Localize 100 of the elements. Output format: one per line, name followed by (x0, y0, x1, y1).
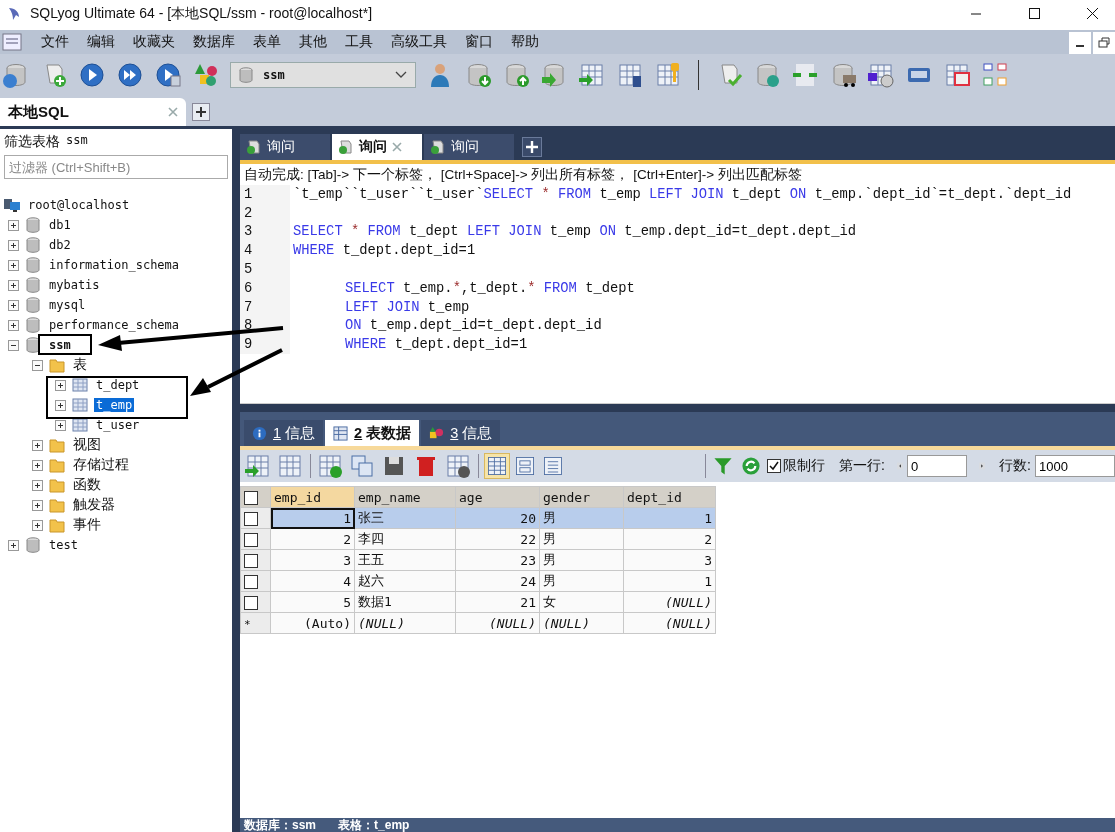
expand-toggle[interactable] (8, 319, 19, 331)
database-icon (25, 537, 41, 553)
collapse-toggle[interactable] (8, 339, 19, 351)
row-checkbox[interactable] (244, 511, 258, 526)
row-checkbox[interactable] (244, 532, 258, 547)
query-tab[interactable]: 询问 (240, 134, 330, 160)
row-checkbox[interactable] (244, 595, 258, 610)
row-checkbox[interactable] (244, 574, 258, 589)
tree-item[interactable]: 事件 (71, 516, 103, 534)
column-header[interactable]: age (455, 486, 540, 508)
expand-toggle[interactable] (32, 519, 43, 531)
tree-item[interactable]: 表 (71, 356, 89, 374)
database-dropdown[interactable]: ssm (230, 62, 416, 88)
tree-item[interactable]: mysql (47, 298, 88, 312)
first-row-field[interactable]: 0 (906, 455, 967, 477)
tree-item[interactable]: root@localhost (26, 198, 132, 212)
result-tab[interactable]: 2 表数据 (325, 420, 420, 446)
table-icon (333, 425, 349, 441)
expand-toggle[interactable] (8, 539, 19, 551)
tree-item[interactable]: mybatis (47, 278, 102, 292)
connection-tab[interactable]: 本地SQL (0, 98, 186, 126)
expand-toggle[interactable] (32, 439, 43, 451)
expand-toggle[interactable] (55, 379, 66, 391)
column-header[interactable]: gender (539, 486, 624, 508)
sql-editor[interactable] (240, 185, 1115, 404)
filter-field[interactable]: 过滤器 (Ctrl+Shift+B) (4, 155, 228, 179)
expand-toggle[interactable] (8, 279, 19, 291)
column-header[interactable]: dept_id (623, 486, 716, 508)
grid-arrow-icon[interactable] (578, 61, 606, 89)
code-line: SELECT * FROM t_dept LEFT JOIN t_emp ON t_emp.dept_id=t_dept.dept_id (292, 224, 857, 240)
tree-item[interactable]: t_emp (94, 398, 135, 412)
query-icon (430, 139, 446, 155)
tree-item[interactable]: 视图 (71, 436, 103, 454)
grid-add-icon[interactable] (244, 452, 272, 480)
line-number: 4 (240, 241, 290, 261)
grid-calc-icon[interactable] (616, 61, 644, 89)
tree-item[interactable]: 存储过程 (71, 456, 131, 474)
caret-icon (395, 71, 407, 79)
fast-forward-icon[interactable] (116, 61, 144, 89)
play-icon[interactable] (78, 61, 106, 89)
menu-item[interactable]: 数据库 (184, 33, 244, 51)
filter-label: 筛选表格 (4, 133, 60, 151)
expand-toggle[interactable] (8, 299, 19, 311)
tree-item[interactable]: test (47, 538, 80, 552)
query-tab[interactable]: 询问 (424, 134, 514, 160)
query-icon (246, 139, 262, 155)
tree-item[interactable]: information_schema (47, 258, 182, 272)
grid-grid-icon[interactable] (943, 61, 971, 89)
tree-item[interactable]: t_dept (94, 378, 142, 392)
menu-item[interactable]: 其他 (290, 33, 336, 51)
restore-button[interactable] (1093, 32, 1115, 54)
tree-item[interactable]: 函数 (71, 476, 103, 494)
menu-item[interactable]: 帮助 (502, 33, 548, 51)
result-tab[interactable]: 1 信息 (244, 420, 324, 446)
row-add-icon[interactable] (316, 452, 345, 480)
collapse-toggle[interactable] (32, 359, 43, 371)
autocomplete-hint: 自动完成: [Tab]-> 下一个标签， [Ctrl+Space]-> 列出所有标签， [Ctrl+Enter]-> 列出匹配标签 (240, 160, 1115, 185)
row-count-field[interactable]: 1000 (1035, 455, 1115, 477)
expand-toggle[interactable] (32, 499, 43, 511)
line-number: 9 (240, 335, 290, 355)
menu-item[interactable]: 文件 (32, 33, 78, 51)
add-query-button[interactable] (522, 137, 542, 157)
code-line: LEFT JOIN t_emp (344, 299, 470, 315)
menu-item[interactable]: 工具 (336, 33, 382, 51)
expand-toggle[interactable] (8, 259, 19, 271)
menu-item[interactable]: 高级工具 (382, 33, 456, 51)
tree-item[interactable]: performance_schema (47, 318, 182, 332)
schema-icon[interactable] (981, 61, 1009, 89)
query-tab[interactable]: 询问 (332, 134, 422, 160)
column-header[interactable]: emp_name (354, 486, 456, 508)
expand-toggle[interactable] (8, 219, 19, 231)
expand-toggle[interactable] (55, 399, 66, 411)
row-checkbox[interactable] (244, 553, 258, 568)
query-icon (338, 139, 354, 155)
grid-clock-icon[interactable] (867, 61, 895, 89)
filter-database: ssm (66, 133, 88, 149)
expand-toggle[interactable] (8, 239, 19, 251)
line-number: 5 (240, 260, 290, 279)
add-tab-button[interactable] (192, 103, 210, 121)
menu-item[interactable]: 窗口 (456, 33, 502, 51)
select-all-checkbox[interactable] (244, 490, 258, 505)
menu-item[interactable]: 表单 (244, 33, 290, 51)
tree-item[interactable]: db1 (47, 218, 73, 232)
expand-toggle[interactable] (55, 419, 66, 431)
menu-item[interactable]: 编辑 (78, 33, 124, 51)
tree-item[interactable]: db2 (47, 238, 73, 252)
expand-toggle[interactable] (32, 459, 43, 471)
play-grid-icon[interactable] (154, 61, 182, 89)
tree-item[interactable]: t_user (94, 418, 142, 432)
compare-icon[interactable] (791, 61, 819, 89)
menu-item[interactable]: 收藏夹 (124, 33, 184, 51)
result-tab[interactable]: 3 信息 (421, 420, 501, 446)
expand-toggle[interactable] (32, 479, 43, 491)
grid-remove-icon[interactable] (444, 452, 473, 480)
tree-item[interactable]: 触发器 (71, 496, 117, 514)
limit-rows-checkbox[interactable] (766, 459, 781, 473)
tree-item[interactable]: ssm (47, 338, 73, 352)
minimize-button[interactable] (1069, 32, 1091, 54)
column-header[interactable]: emp_id (270, 486, 355, 508)
grid-view-icon[interactable] (484, 454, 509, 478)
